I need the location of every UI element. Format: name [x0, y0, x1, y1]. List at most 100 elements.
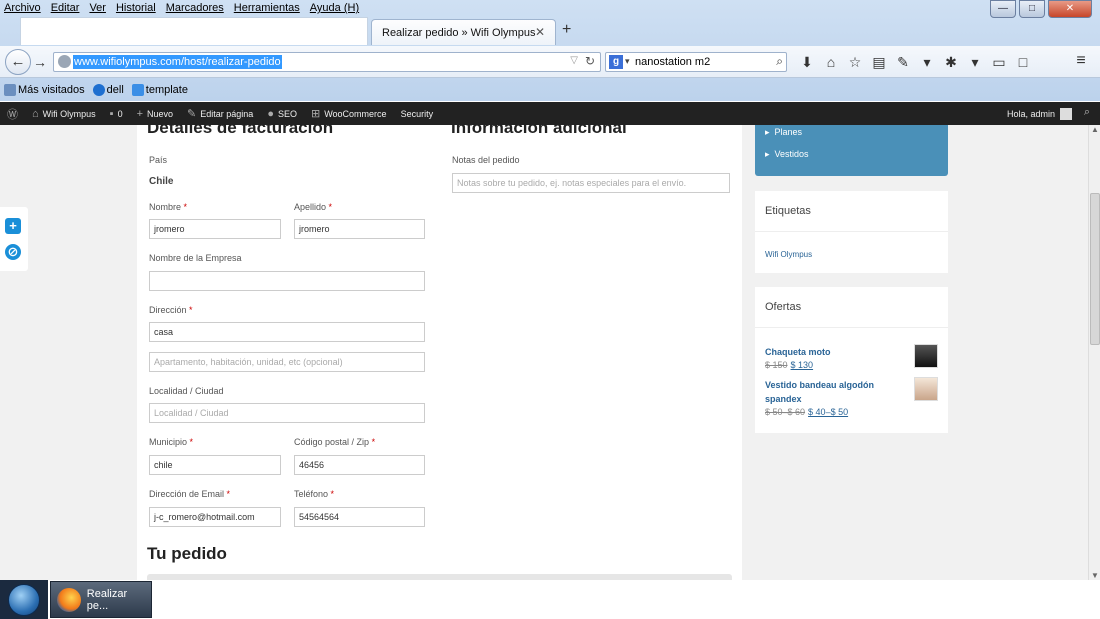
- menu-ver[interactable]: Ver: [84, 0, 111, 17]
- new-tab-button[interactable]: +: [562, 21, 571, 39]
- address-label-text: Dirección: [149, 305, 187, 315]
- dropdown-icon[interactable]: ▾: [915, 53, 939, 71]
- tag-link[interactable]: Wifi Olympus: [765, 250, 812, 259]
- home-icon[interactable]: ⌂: [819, 53, 843, 71]
- tab-active[interactable]: Realizar pedido » Wifi Olympus ✕: [371, 19, 556, 45]
- county-field[interactable]: chile: [149, 455, 281, 475]
- dropdown-arrow-icon[interactable]: ▽: [570, 55, 578, 66]
- category-label: Planes: [774, 127, 803, 137]
- bookmark-mas-visitados[interactable]: Más visitados: [4, 84, 85, 96]
- product-thumbnail[interactable]: [914, 344, 938, 368]
- phone-field[interactable]: 54564564: [294, 507, 425, 527]
- add-icon[interactable]: +: [5, 218, 21, 234]
- seo-link[interactable]: ● SEO: [260, 108, 304, 120]
- tab-close-icon[interactable]: ✕: [535, 25, 545, 39]
- address-field[interactable]: casa: [149, 322, 425, 342]
- woocommerce-link[interactable]: ⊞ WooCommerce: [304, 107, 394, 120]
- bookmark-label: template: [145, 84, 188, 96]
- wp-logo-button[interactable]: Ⓦ: [0, 106, 25, 122]
- product-name-link[interactable]: Chaqueta moto: [765, 345, 905, 359]
- url-bar[interactable]: www.wifiolympus.com/host/realizar-pedido…: [53, 52, 601, 72]
- product-name-link[interactable]: Vestido bandeau algodón spandex: [765, 378, 895, 406]
- product-thumbnail[interactable]: [914, 377, 938, 401]
- minimize-button[interactable]: —: [990, 0, 1016, 18]
- order-notes-textarea[interactable]: Notas sobre tu pedido, ej. notas especia…: [452, 173, 730, 193]
- menu-marcadores[interactable]: Marcadores: [161, 0, 229, 17]
- page-scrollbar[interactable]: ▲ ▼: [1088, 125, 1100, 580]
- tab-blank[interactable]: [20, 17, 368, 45]
- block-icon[interactable]: ⊘: [5, 244, 21, 260]
- globe-icon: [58, 55, 71, 68]
- bookmarks-list-icon[interactable]: ▤: [867, 53, 891, 71]
- window-icon[interactable]: □: [1011, 53, 1035, 71]
- phone-label: Teléfono *: [294, 489, 334, 499]
- menu-historial[interactable]: Historial: [111, 0, 161, 17]
- county-label: Municipio *: [149, 437, 193, 447]
- postcode-label: Código postal / Zip *: [294, 437, 375, 447]
- menu-archivo[interactable]: Archivo: [0, 0, 46, 17]
- taskbar-firefox-item[interactable]: Realizar pe...: [50, 581, 152, 618]
- menu-ayuda[interactable]: Ayuda (H): [305, 0, 364, 17]
- required-mark: *: [226, 489, 231, 499]
- company-label: Nombre de la Empresa: [149, 253, 242, 263]
- last-name-label: Apellido *: [294, 202, 332, 212]
- category-vestidos[interactable]: ▸ Vestidos: [765, 149, 809, 160]
- seo-circle-icon: ●: [267, 107, 274, 120]
- addon-pen-icon[interactable]: ✎: [891, 53, 915, 71]
- forward-button[interactable]: →: [33, 54, 47, 70]
- new-content-link[interactable]: + Nuevo: [130, 108, 180, 120]
- reload-icon[interactable]: ↻: [585, 54, 595, 68]
- search-icon[interactable]: ⌕: [1084, 106, 1090, 119]
- edit-page-label: Editar página: [200, 108, 254, 119]
- scroll-up-icon[interactable]: ▲: [1091, 125, 1099, 134]
- google-icon[interactable]: g: [609, 55, 623, 69]
- account-menu[interactable]: Hola, admin: [1007, 102, 1072, 125]
- first-name-field[interactable]: jromero: [149, 219, 281, 239]
- company-field[interactable]: [149, 271, 425, 291]
- scroll-down-icon[interactable]: ▼: [1091, 571, 1099, 580]
- comments-link[interactable]: ▪ 0: [103, 108, 130, 120]
- category-planes[interactable]: ▸ Planes: [765, 127, 802, 138]
- scroll-thumb[interactable]: [1090, 193, 1100, 345]
- close-window-button[interactable]: ✕: [1048, 0, 1092, 18]
- bookmark-template[interactable]: template: [131, 84, 188, 96]
- address2-field[interactable]: Apartamento, habitación, unidad, etc (op…: [149, 352, 425, 372]
- new-label: Nuevo: [147, 108, 174, 119]
- arrow-right-icon: →: [33, 54, 47, 70]
- security-link[interactable]: Security: [394, 109, 441, 119]
- order-notes-label: Notas del pedido: [452, 155, 520, 165]
- order-title: Tu pedido: [147, 544, 227, 563]
- bookmark-star-icon[interactable]: ☆: [843, 53, 867, 71]
- task-label: Realizar pe...: [86, 587, 128, 612]
- search-icon[interactable]: ⌕: [776, 54, 783, 69]
- addon-bug-icon[interactable]: ✱: [939, 53, 963, 71]
- dropdown-icon[interactable]: ▾: [963, 53, 987, 71]
- menu-herramientas[interactable]: Herramientas: [229, 0, 305, 17]
- template-icon: [131, 84, 144, 96]
- search-input[interactable]: nanostation m2: [635, 56, 710, 68]
- start-button[interactable]: [0, 580, 48, 619]
- billing-title: Detalles de facturación: [147, 125, 334, 137]
- download-icon[interactable]: ⬇: [795, 53, 819, 71]
- wp-admin-bar: Ⓦ ⌂ Wifi Olympus ▪ 0 + Nuevo ✎ Editar página…: [0, 102, 1100, 125]
- engine-dropdown-icon[interactable]: ▾: [625, 56, 630, 67]
- edit-page-link[interactable]: ✎ Editar página: [180, 107, 260, 120]
- site-name-link[interactable]: ⌂ Wifi Olympus: [25, 108, 103, 120]
- postcode-field[interactable]: 46456: [294, 455, 425, 475]
- country-value[interactable]: Chile: [149, 176, 173, 187]
- city-field[interactable]: Localidad / Ciudad: [149, 403, 425, 423]
- addon-folder-icon[interactable]: ▭: [987, 53, 1011, 71]
- search-bar[interactable]: g ▾ nanostation m2 ⌕: [605, 52, 787, 72]
- url-text[interactable]: www.wifiolympus.com/host/realizar-pedido: [73, 55, 282, 69]
- browser-chrome: Archivo Editar Ver Historial Marcadores …: [0, 0, 1100, 101]
- greeting-text: Hola, admin: [1006, 108, 1055, 119]
- additional-info-title: Información adicional: [451, 125, 627, 137]
- hamburger-menu-icon[interactable]: ≡: [1070, 52, 1092, 72]
- menu-bar: Archivo Editar Ver Historial Marcadores …: [0, 0, 364, 17]
- back-button[interactable]: ←: [5, 49, 31, 75]
- email-field[interactable]: j-c_romero@hotmail.com: [149, 507, 281, 527]
- menu-editar[interactable]: Editar: [46, 0, 85, 17]
- bookmark-dell[interactable]: dell: [92, 84, 124, 96]
- last-name-field[interactable]: jromero: [294, 219, 425, 239]
- maximize-button[interactable]: □: [1019, 0, 1045, 18]
